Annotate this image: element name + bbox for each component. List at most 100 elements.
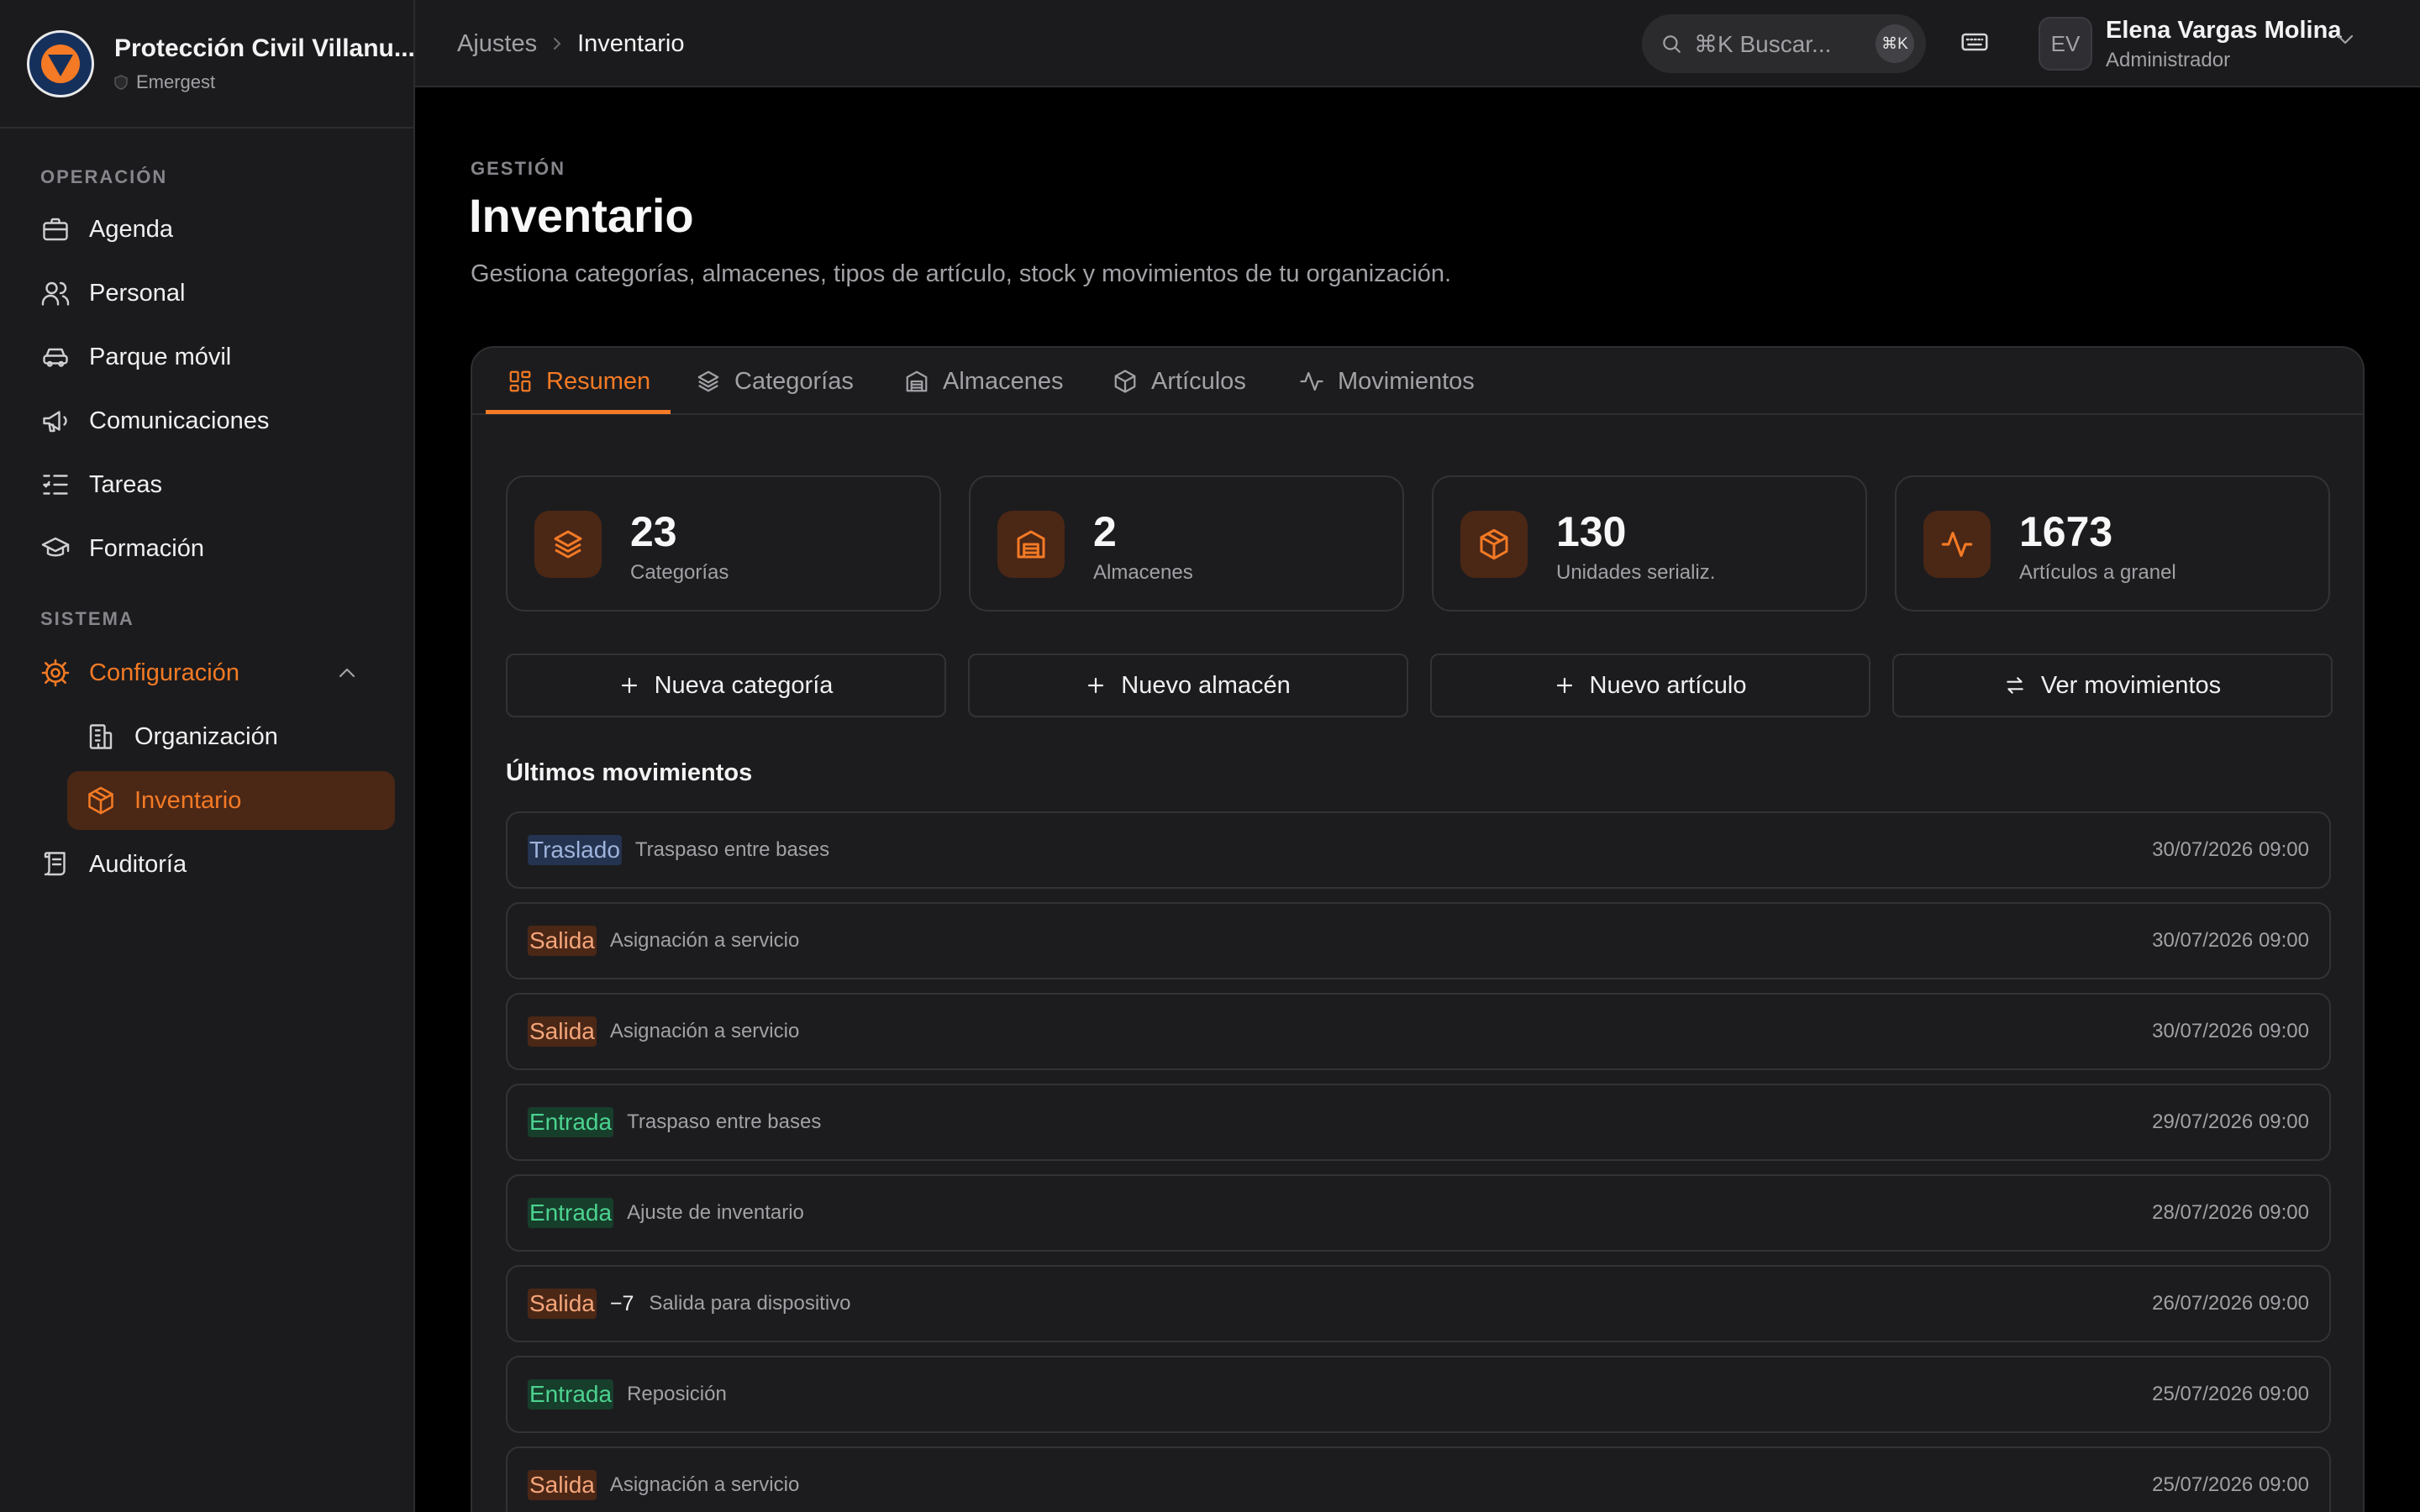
plus-icon: [619, 675, 639, 696]
page-title: Inventario: [469, 189, 694, 242]
movement-row[interactable]: Salida Asignación a servicio 25/07/2026 …: [506, 1446, 2331, 1512]
new-item-button[interactable]: Nuevo artículo: [1430, 654, 1870, 717]
stat-card-categorias: 23 Categorías: [506, 475, 941, 612]
org-switcher[interactable]: Protección Civil Villanu... Emergest: [0, 0, 415, 129]
sidebar-item-parque-movil[interactable]: Parque móvil: [27, 328, 395, 386]
tab-resumen[interactable]: Resumen: [508, 348, 650, 415]
tab-almacenes[interactable]: Almacenes: [904, 348, 1063, 415]
movement-row[interactable]: Salida Asignación a servicio 30/07/2026 …: [506, 993, 2331, 1070]
org-logo: [27, 29, 94, 97]
grid-icon: [508, 369, 533, 394]
search-input[interactable]: ⌘K Buscar... ⌘K: [1642, 14, 1926, 73]
movement-description: Asignación a servicio: [609, 1020, 800, 1042]
sidebar-item-label: Organización: [134, 722, 278, 750]
movement-date: 25/07/2026 09:00: [2152, 1383, 2309, 1405]
sidebar: Protección Civil Villanu... Emergest OPE…: [0, 0, 415, 1512]
movement-description: Asignación a servicio: [609, 1473, 800, 1496]
recent-movements-title: Últimos movimientos: [506, 759, 753, 786]
user-name[interactable]: Elena Vargas Molina: [2106, 17, 2341, 45]
active-tab-indicator: [486, 410, 671, 414]
movement-row[interactable]: Entrada Reposición 25/07/2026 09:00: [506, 1356, 2331, 1433]
sidebar-item-label: Auditoría: [89, 850, 187, 878]
stat-label: Categorías: [630, 561, 729, 584]
search-shortcut-badge: ⌘K: [1876, 24, 1914, 63]
sidebar-item-personal[interactable]: Personal: [27, 264, 395, 323]
keyboard-icon[interactable]: [1960, 27, 1990, 57]
movement-date: 28/07/2026 09:00: [2152, 1201, 2309, 1224]
breadcrumb-current: Inventario: [577, 29, 685, 57]
sidebar-item-configuracion[interactable]: Configuración: [27, 643, 395, 702]
sidebar-item-comunicaciones[interactable]: Comunicaciones: [27, 391, 395, 450]
list-checks-icon: [40, 470, 71, 500]
inventory-card: Resumen Categorías Almacenes Artículos M…: [471, 346, 2365, 1512]
car-icon: [40, 342, 71, 372]
chevron-up-icon[interactable]: [338, 667, 356, 679]
sidebar-item-organizacion[interactable]: Organización: [67, 707, 395, 766]
movement-date: 25/07/2026 09:00: [2152, 1473, 2309, 1496]
movement-date: 30/07/2026 09:00: [2152, 929, 2309, 952]
movement-type-badge: Salida: [528, 926, 597, 956]
tab-categorias[interactable]: Categorías: [696, 348, 854, 415]
sidebar-item-label: Agenda: [89, 215, 173, 243]
movement-row[interactable]: Traslado Traspaso entre bases 30/07/2026…: [506, 811, 2331, 889]
building-icon: [86, 722, 116, 752]
sidebar-item-tareas[interactable]: Tareas: [27, 455, 395, 514]
sidebar-item-inventario[interactable]: Inventario: [67, 771, 395, 830]
movement-row[interactable]: Entrada Traspaso entre bases 29/07/2026 …: [506, 1084, 2331, 1161]
movement-type-badge: Salida: [528, 1470, 597, 1500]
stat-label: Unidades serializ.: [1556, 561, 1716, 584]
tab-label: Almacenes: [943, 367, 1064, 395]
search-placeholder: ⌘K Buscar...: [1694, 30, 1832, 57]
warehouse-icon: [904, 369, 929, 394]
button-label: Nuevo almacén: [1121, 671, 1291, 699]
new-category-button[interactable]: Nueva categoría: [506, 654, 946, 717]
tab-label: Artículos: [1151, 367, 1246, 395]
movement-description: Traspaso entre bases: [634, 838, 830, 861]
movement-description: Asignación a servicio: [609, 929, 800, 952]
breadcrumb: Ajustes Inventario: [457, 0, 684, 87]
movement-row[interactable]: Salida −7 Salida para dispositivo 26/07/…: [506, 1265, 2331, 1342]
plus-icon: [1086, 675, 1106, 696]
movement-type-badge: Traslado: [528, 835, 622, 865]
tab-articulos[interactable]: Artículos: [1113, 348, 1246, 415]
movement-type-badge: Salida: [528, 1289, 597, 1319]
stat-label: Artículos a granel: [2019, 561, 2176, 584]
movement-quantity: −7: [609, 1291, 634, 1315]
new-warehouse-button[interactable]: Nuevo almacén: [968, 654, 1408, 717]
megaphone-icon: [40, 406, 71, 436]
layers-icon: [696, 369, 721, 394]
sidebar-item-formacion[interactable]: Formación: [27, 519, 395, 578]
page-description: Gestiona categorías, almacenes, tipos de…: [471, 260, 1452, 287]
movement-type-badge: Entrada: [528, 1379, 614, 1410]
scroll-icon: [40, 849, 71, 879]
chevron-right-icon: [552, 36, 562, 51]
sidebar-item-label: Configuración: [89, 659, 239, 686]
sidebar-item-label: Parque móvil: [89, 343, 232, 370]
chevron-down-icon[interactable]: [2336, 34, 2354, 45]
org-name: Protección Civil Villanu...: [114, 34, 415, 62]
sidebar-item-auditoria[interactable]: Auditoría: [27, 835, 395, 894]
view-movements-button[interactable]: Ver movimientos: [1892, 654, 2333, 717]
movement-date: 30/07/2026 09:00: [2152, 1020, 2309, 1042]
stat-value: 130: [1556, 508, 1627, 555]
sidebar-item-agenda[interactable]: Agenda: [27, 200, 395, 259]
tab-label: Resumen: [546, 367, 651, 395]
sidebar-item-label: Comunicaciones: [89, 407, 270, 434]
avatar[interactable]: EV: [2039, 17, 2092, 71]
tab-label: Categorías: [734, 367, 854, 395]
movement-description: Traspaso entre bases: [627, 1110, 822, 1133]
tab-movimientos[interactable]: Movimientos: [1299, 348, 1475, 415]
page-eyebrow: GESTIÓN: [471, 158, 566, 179]
plus-icon: [1555, 675, 1575, 696]
stat-value: 1673: [2019, 508, 2113, 555]
stat-card-almacenes: 2 Almacenes: [969, 475, 1404, 612]
button-label: Nuevo artículo: [1589, 671, 1747, 699]
briefcase-icon: [40, 214, 71, 244]
movement-row[interactable]: Entrada Ajuste de inventario 28/07/2026 …: [506, 1174, 2331, 1252]
stat-value: 2: [1093, 508, 1117, 555]
sidebar-item-label: Personal: [89, 279, 186, 307]
movement-row[interactable]: Salida Asignación a servicio 30/07/2026 …: [506, 902, 2331, 979]
breadcrumb-ajustes[interactable]: Ajustes: [457, 30, 537, 58]
tab-bar: Resumen Categorías Almacenes Artículos M…: [472, 348, 2363, 415]
tab-label: Movimientos: [1338, 367, 1475, 395]
